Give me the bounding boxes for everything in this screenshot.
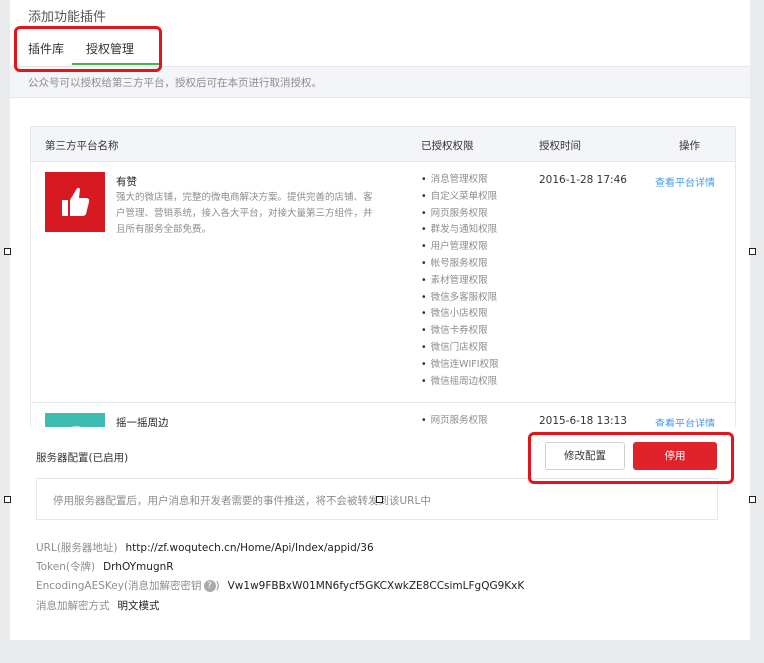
tabs-highlight-box [14,26,162,72]
authorization-time: 2015-6-18 13:13 [539,415,627,427]
permission-item: 消息管理权限 [421,172,499,189]
help-icon[interactable]: ? [203,580,216,592]
config-url-value: http://zf.woqutech.cn/Home/Api/Index/app… [125,542,374,554]
permission-item: 微信多客服权限 [421,290,499,307]
config-token-row: Token(令牌) DrhOYmugnR [36,559,174,574]
config-url-label: URL(服务器地址) [36,542,118,554]
table-header: 第三方平台名称 已授权权限 授权时间 操作 [31,127,735,162]
config-encrypt-label: 消息加解密方式 [36,600,110,612]
plugin-page: 添加功能插件 插件库 授权管理 公众号可以授权给第三方平台，授权后可在本页进行取… [10,0,750,640]
permission-item: 微信连WIFI权限 [421,357,499,374]
config-encrypt-row: 消息加解密方式 明文模式 [36,598,160,613]
config-aes-label: EncodingAESKey(消息加解密密钥 [36,580,202,592]
permission-item: 微信卡券权限 [421,323,499,340]
permission-item: 微信摇周边权限 [421,374,499,391]
page-title: 添加功能插件 [28,10,107,25]
platform-description: 强大的微店铺，完整的微电商解决方案。提供完善的店铺、客户管理、营销系统，接入各大… [116,192,373,235]
config-url-row: URL(服务器地址) http://zf.woqutech.cn/Home/Api… [36,540,374,555]
permission-item: 群发与通知权限 [421,222,499,239]
platform-name: 有赞 [116,176,137,188]
permission-item: 用户管理权限 [421,239,499,256]
permission-item: 自定义菜单权限 [421,189,499,206]
resize-handle[interactable] [4,496,11,503]
resize-handle[interactable] [376,496,383,503]
permission-item: 微信门店权限 [421,340,499,357]
shake-icon [45,413,105,427]
header-permissions: 已授权权限 [421,140,474,152]
permission-list: 网页服务权限 [421,413,488,427]
config-token-label: Token(令牌) [36,561,96,573]
config-token-value: DrhOYmugnR [103,561,174,573]
thumbs-up-icon [45,172,105,232]
table-row: 摇一摇周边 网页服务权限 2015-6-18 13:13 查看平台详情 [31,403,735,427]
permission-list: 消息管理权限 自定义菜单权限 网页服务权限 群发与通知权限 用户管理权限 帐号服… [421,172,499,390]
header-name: 第三方平台名称 [45,140,119,152]
platform-name: 摇一摇周边 [116,417,169,427]
notice-text: 公众号可以授权给第三方平台，授权后可在本页进行取消授权。 [28,77,322,89]
server-config-title: 服务器配置(已启用) [36,452,129,464]
resize-handle[interactable] [749,248,756,255]
config-encrypt-value: 明文模式 [117,600,160,612]
permission-item: 素材管理权限 [421,273,499,290]
buttons-highlight-box [528,432,734,484]
permission-item: 网页服务权限 [421,413,488,427]
permission-item: 网页服务权限 [421,206,499,223]
permission-item: 微信小店权限 [421,306,499,323]
permission-item: 帐号服务权限 [421,256,499,273]
table-row: 有赞 强大的微店铺，完整的微电商解决方案。提供完善的店铺、客户管理、营销系统，接… [31,162,735,403]
header-time: 授权时间 [539,140,581,152]
view-platform-details-link[interactable]: 查看平台详情 [655,415,715,427]
disable-warning-text: 停用服务器配置后，用户消息和开发者需要的事件推送，将不会被转发到该URL中 [53,495,431,507]
header-action: 操作 [679,140,700,152]
authorization-time: 2016-1-28 17:46 [539,174,627,186]
config-aes-value: Vw1w9FBBxW01MN6fycf5GKCXwkZE8CCsimLFgQG9… [227,580,525,592]
view-platform-details-link[interactable]: 查看平台详情 [655,174,715,189]
resize-handle[interactable] [4,248,11,255]
authorized-platforms-table: 第三方平台名称 已授权权限 授权时间 操作 有赞 强大的微店铺，完整的微电商解决… [30,126,736,427]
resize-handle[interactable] [749,496,756,503]
config-aes-row: EncodingAESKey(消息加解密密钥?) Vw1w9FBBxW01MN6f… [36,580,525,592]
